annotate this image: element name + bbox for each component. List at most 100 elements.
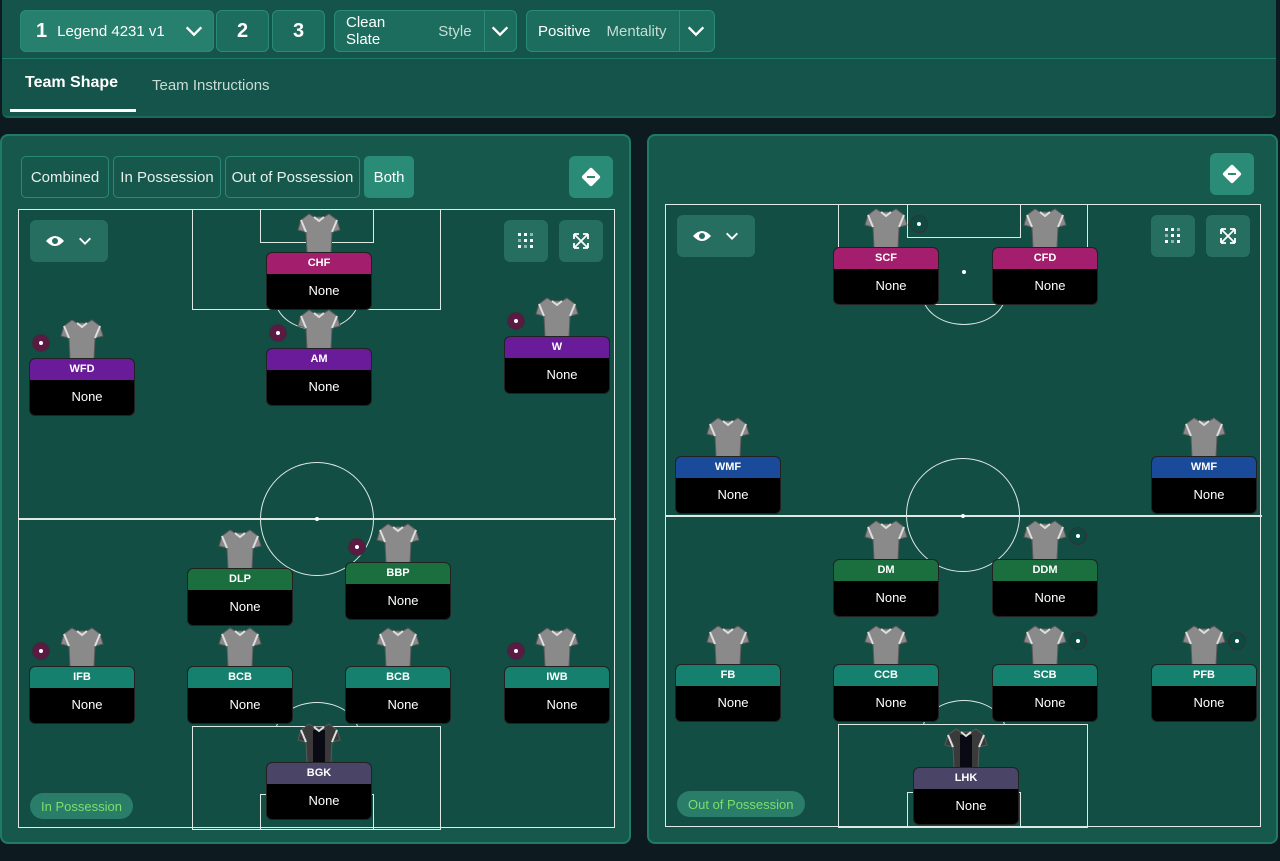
role-label: BGK [267, 763, 371, 784]
role-label: IWB [505, 667, 609, 688]
player-name: None [1034, 695, 1066, 710]
player-name: None [1193, 487, 1225, 502]
player-slot-pfb[interactable]: PFB None [1151, 624, 1257, 722]
chevron-down-icon [79, 237, 91, 245]
player-slot-lhk[interactable]: LHK None [913, 727, 1019, 825]
shirt-icon [218, 528, 262, 570]
player-card[interactable]: DLP None [187, 568, 293, 626]
player-slot-wmf[interactable]: WMF None [1151, 416, 1257, 514]
player-name: None [1034, 278, 1066, 293]
mentality-chevron[interactable] [680, 10, 712, 52]
active-tab-indicator [10, 109, 136, 112]
player-card[interactable]: WMF None [1151, 456, 1257, 514]
tactic-slot-2[interactable]: 2 [216, 10, 269, 52]
player-card[interactable]: DM None [833, 559, 939, 617]
role-label: CFD [993, 248, 1097, 269]
player-card[interactable]: LHK None [913, 767, 1019, 825]
player-card[interactable]: W None [504, 336, 610, 394]
role-label: BBP [346, 563, 450, 584]
eye-icon [46, 236, 64, 246]
player-slot-am[interactable]: AM None [266, 308, 372, 406]
shirt-icon [218, 626, 262, 668]
player-slot-w[interactable]: W None [504, 296, 610, 394]
player-card[interactable]: IFB None [29, 666, 135, 724]
player-slot-fb[interactable]: FB None [675, 624, 781, 722]
player-name: None [1193, 695, 1225, 710]
player-card[interactable]: WMF None [675, 456, 781, 514]
player-card[interactable]: CFD None [992, 247, 1098, 305]
tab-team-instructions[interactable]: Team Instructions [152, 77, 270, 94]
player-slot-ccb[interactable]: CCB None [833, 624, 939, 722]
player-card[interactable]: BGK None [266, 762, 372, 820]
expand-button[interactable] [1206, 215, 1250, 257]
player-card[interactable]: WFD None [29, 358, 135, 416]
expand-button[interactable] [559, 220, 603, 262]
view-toggle[interactable] [30, 220, 108, 262]
tactics-header: 1 Legend 4231 v1 2 3 Clean Slate Style P… [2, 0, 1276, 118]
role-label: SCB [993, 665, 1097, 686]
player-slot-bgk[interactable]: BGK None [266, 722, 372, 820]
player-card[interactable]: SCB None [992, 664, 1098, 722]
player-slot-bcb[interactable]: BCB None [187, 626, 293, 724]
grid-button[interactable] [504, 220, 548, 262]
player-name: None [875, 695, 907, 710]
player-card[interactable]: CCB None [833, 664, 939, 722]
chevron-down-icon [492, 26, 509, 37]
swap-button[interactable] [569, 156, 613, 198]
player-slot-wfd[interactable]: WFD None [29, 318, 135, 416]
player-slot-dm[interactable]: DM None [833, 519, 939, 617]
shirt-icon [535, 626, 579, 668]
player-card[interactable]: IWB None [504, 666, 610, 724]
chevron-down-icon[interactable] [183, 20, 205, 42]
segment-in-possession[interactable]: In Possession [113, 156, 221, 198]
role-indicator-icon [32, 642, 50, 660]
player-slot-cfd[interactable]: CFD None [992, 207, 1098, 305]
player-name: None [1034, 590, 1066, 605]
role-label: DDM [993, 560, 1097, 581]
role-label: SCF [834, 248, 938, 269]
role-label: PFB [1152, 665, 1256, 686]
player-slot-dlp[interactable]: DLP None [187, 528, 293, 626]
role-label: LHK [914, 768, 1018, 789]
view-toggle[interactable] [677, 215, 755, 257]
role-label: WMF [1152, 457, 1256, 478]
player-slot-bcb[interactable]: BCB None [345, 626, 451, 724]
player-slot-scf[interactable]: SCF None [833, 207, 939, 305]
player-card[interactable]: AM None [266, 348, 372, 406]
role-label: DM [834, 560, 938, 581]
player-card[interactable]: BCB None [187, 666, 293, 724]
tactic-slot-1[interactable]: 1 Legend 4231 v1 [20, 10, 214, 52]
player-slot-ddm[interactable]: DDM None [992, 519, 1098, 617]
player-slot-chf[interactable]: CHF None [266, 212, 372, 310]
player-slot-wmf[interactable]: WMF None [675, 416, 781, 514]
player-card[interactable]: PFB None [1151, 664, 1257, 722]
player-name: None [875, 278, 907, 293]
player-slot-bbp[interactable]: BBP None [345, 522, 451, 620]
player-slot-iwb[interactable]: IWB None [504, 626, 610, 724]
player-card[interactable]: BCB None [345, 666, 451, 724]
role-label: AM [267, 349, 371, 370]
tactic-slot-3[interactable]: 3 [272, 10, 325, 52]
style-dropdown[interactable]: Clean Slate Style [334, 10, 517, 52]
tab-team-shape[interactable]: Team Shape [25, 74, 118, 92]
pitch-out-of-possession: Out of Possession SCF None CFD None WMF … [665, 204, 1262, 828]
player-card[interactable]: CHF None [266, 252, 372, 310]
role-indicator-icon [507, 312, 525, 330]
player-name: None [71, 697, 103, 712]
player-card[interactable]: DDM None [992, 559, 1098, 617]
player-slot-ifb[interactable]: IFB None [29, 626, 135, 724]
player-card[interactable]: BBP None [345, 562, 451, 620]
player-slot-scb[interactable]: SCB None [992, 624, 1098, 722]
segment-out-of-possession[interactable]: Out of Possession [225, 156, 360, 198]
player-card[interactable]: FB None [675, 664, 781, 722]
role-label: WMF [676, 457, 780, 478]
style-chevron[interactable] [485, 10, 516, 52]
segment-combined[interactable]: Combined [21, 156, 109, 198]
segment-both[interactable]: Both [364, 156, 414, 198]
mentality-dropdown[interactable]: Positive Mentality [526, 10, 715, 52]
swap-button[interactable] [1210, 153, 1254, 195]
role-label: DLP [188, 569, 292, 590]
shirt-icon [864, 519, 908, 561]
player-card[interactable]: SCF None [833, 247, 939, 305]
grid-button[interactable] [1151, 215, 1195, 257]
